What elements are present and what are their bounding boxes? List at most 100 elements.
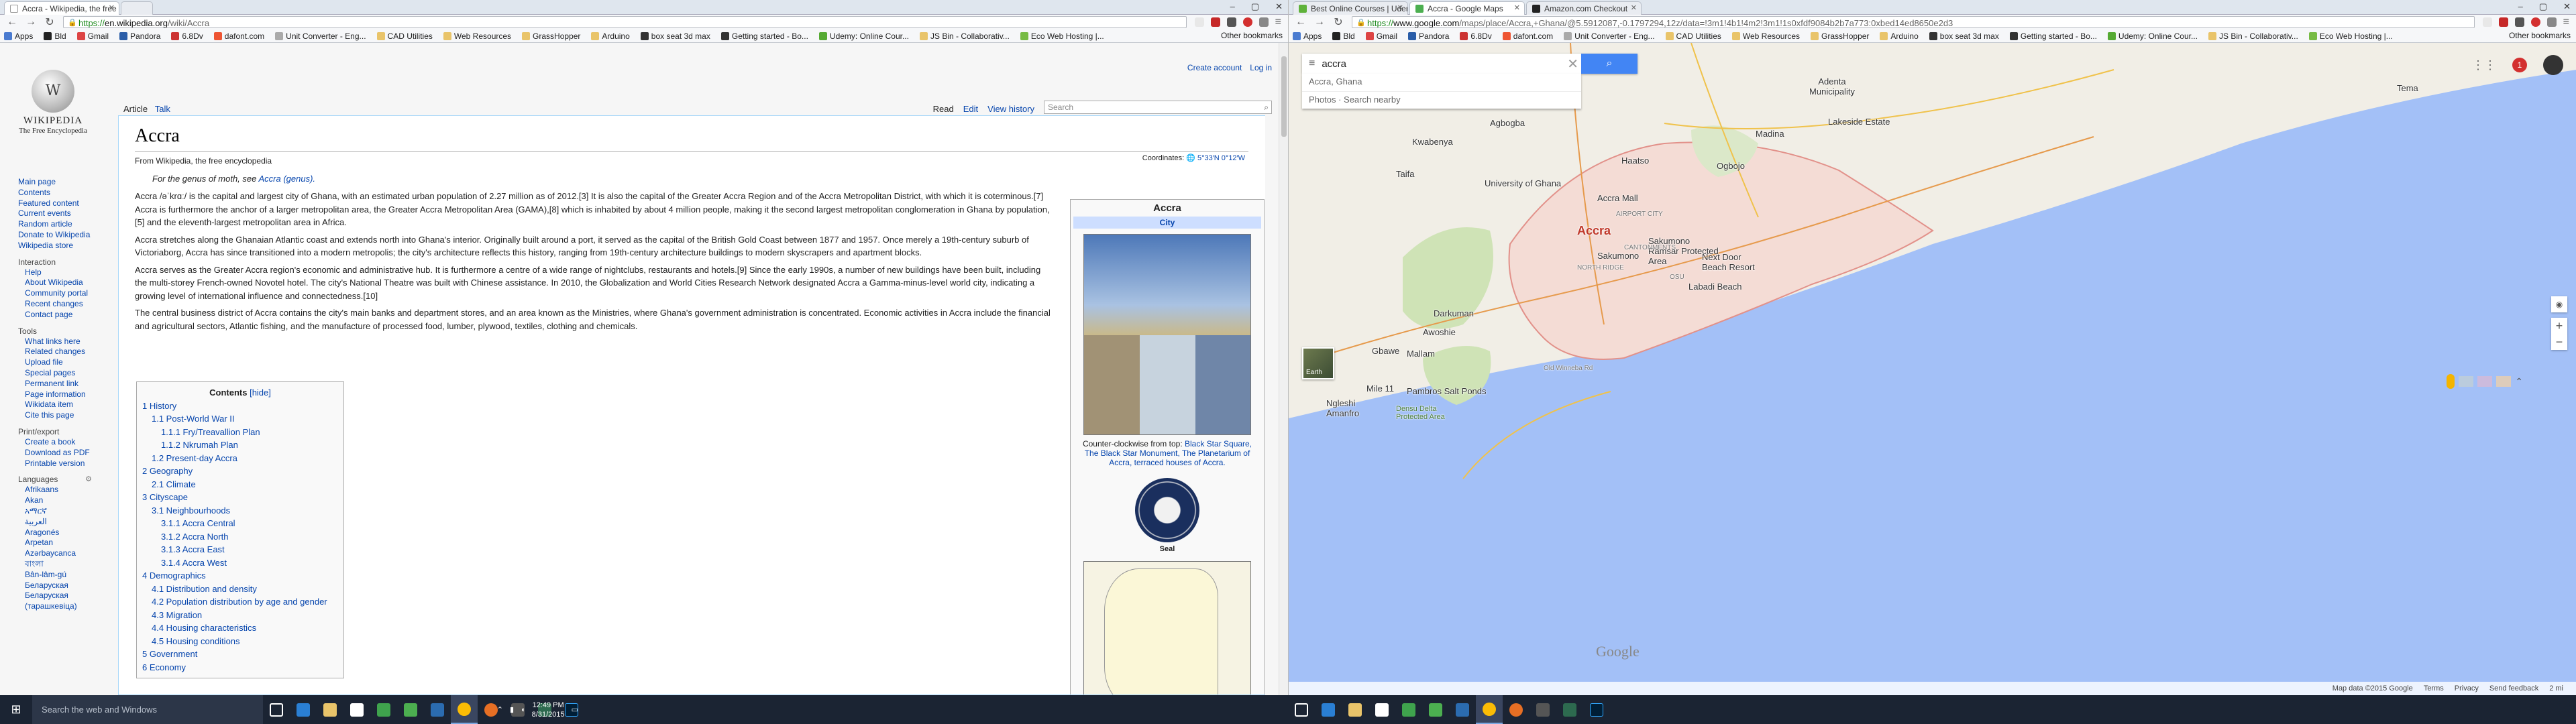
toc-item[interactable]: 1.2 Present-day Accra bbox=[142, 452, 338, 465]
maximize-icon[interactable]: ▢ bbox=[1251, 1, 1259, 12]
extension-icon[interactable] bbox=[1226, 17, 1236, 27]
language-link[interactable]: العربية bbox=[18, 517, 119, 528]
bookmark-item[interactable]: box seat 3d max bbox=[640, 32, 710, 41]
bookmark-item[interactable]: dafont.com bbox=[213, 32, 264, 41]
map-label[interactable]: OSU bbox=[1670, 274, 1684, 281]
bookmark-item[interactable]: Pandora bbox=[1408, 32, 1449, 41]
clock[interactable]: 12:49 PM 8/31/2015 bbox=[532, 701, 565, 719]
bookmark-item[interactable]: Gmail bbox=[76, 32, 109, 41]
map-label[interactable]: Next Door Beach Resort bbox=[1702, 252, 1762, 272]
other-bookmarks[interactable]: Other bookmarks bbox=[2506, 31, 2571, 40]
firefox-icon[interactable] bbox=[1503, 695, 1529, 724]
menu-icon[interactable]: ≡ bbox=[2563, 16, 2569, 28]
toc-item[interactable]: 2.1 Climate bbox=[142, 478, 338, 491]
maps-search-input[interactable]: accra bbox=[1322, 58, 1346, 70]
sidebar-link[interactable]: Wikipedia store bbox=[18, 241, 119, 251]
language-link[interactable]: Беларуская bbox=[18, 581, 119, 591]
map-label[interactable]: Accra bbox=[1577, 224, 1611, 238]
my-location-icon[interactable]: ◉ bbox=[2551, 296, 2567, 312]
pegman-icon[interactable] bbox=[2447, 374, 2455, 389]
back-icon[interactable]: ← bbox=[7, 16, 17, 28]
star-icon[interactable] bbox=[2482, 17, 2492, 27]
bookmark-item[interactable]: Bld bbox=[44, 32, 66, 41]
toc-item[interactable]: 3.1.1 Accra Central bbox=[142, 517, 338, 530]
task-view-icon[interactable] bbox=[1288, 695, 1315, 724]
language-link[interactable]: Azərbaycanca bbox=[18, 548, 119, 559]
infobox-type[interactable]: City bbox=[1073, 217, 1261, 229]
reload-icon[interactable]: ↻ bbox=[44, 15, 55, 29]
map-label[interactable]: CANTONMENTS bbox=[1624, 244, 1676, 251]
bookmark-item[interactable]: Getting started - Bo... bbox=[720, 32, 808, 41]
address-bar[interactable]: 🔒 https://en.wikipedia.org/wiki/Accra bbox=[63, 16, 1187, 28]
expand-icon[interactable]: ⌃ bbox=[2515, 376, 2523, 387]
scrollbar-thumb[interactable] bbox=[1281, 56, 1287, 137]
imagery-thumb[interactable] bbox=[2459, 376, 2474, 387]
edge-icon[interactable] bbox=[290, 695, 317, 724]
menu-icon[interactable]: ≡ bbox=[1309, 58, 1315, 70]
map-canvas[interactable]: Accra Tema Adenta Municipality Madina La… bbox=[1289, 43, 2576, 695]
sidebar-link[interactable]: Upload file bbox=[18, 357, 119, 368]
scrollbar[interactable] bbox=[1279, 43, 1288, 695]
extension-icon[interactable] bbox=[2546, 17, 2557, 27]
map-label[interactable]: AIRPORT CITY bbox=[1616, 210, 1663, 218]
sidebar-link[interactable]: Page information bbox=[18, 389, 119, 400]
sidebar-link[interactable]: About Wikipedia bbox=[18, 278, 119, 288]
sidebar-link[interactable]: Related changes bbox=[18, 347, 119, 357]
toc-item[interactable]: 3.1.2 Accra North bbox=[142, 530, 338, 544]
map-label[interactable]: Old Winneba Rd bbox=[1544, 365, 1593, 372]
suggestion-item[interactable]: Accra, Ghana bbox=[1302, 74, 1581, 91]
bookmark-item[interactable]: 6.8Dv bbox=[171, 32, 203, 41]
map-label[interactable]: Mallam bbox=[1407, 349, 1435, 359]
map-label[interactable]: Pambros Salt Ponds bbox=[1407, 386, 1487, 396]
star-icon[interactable] bbox=[1194, 17, 1204, 27]
map-label[interactable]: Lakeside Estate bbox=[1828, 117, 1890, 127]
privacy-link[interactable]: Privacy bbox=[2455, 684, 2479, 692]
map-label[interactable]: Darkuman bbox=[1434, 308, 1474, 318]
tab-google-maps[interactable]: Accra - Google Maps ✕ bbox=[1409, 1, 1525, 15]
extension-icon[interactable] bbox=[2514, 17, 2524, 27]
toc-item[interactable]: 1 History bbox=[142, 400, 338, 413]
language-link[interactable]: Aragonés bbox=[18, 528, 119, 538]
reload-icon[interactable]: ↻ bbox=[1333, 15, 1344, 29]
map-label[interactable]: Adenta Municipality bbox=[1799, 76, 1866, 97]
bookmark-item[interactable]: Eco Web Hosting |... bbox=[2308, 32, 2393, 41]
chrome-icon[interactable] bbox=[1476, 695, 1503, 724]
tab-view-history[interactable]: View history bbox=[987, 104, 1034, 114]
app-icon[interactable] bbox=[1422, 695, 1449, 724]
toc-item[interactable]: 3.1.3 Accra East bbox=[142, 543, 338, 556]
language-link[interactable]: Bân-lâm-gú bbox=[18, 570, 119, 581]
map-label[interactable]: Accra Mall bbox=[1597, 193, 1638, 203]
tray-chevron-icon[interactable]: ⌃ bbox=[497, 705, 503, 714]
city-seal-image[interactable] bbox=[1135, 478, 1199, 542]
bookmark-item[interactable]: dafont.com bbox=[1502, 32, 1553, 41]
wiki-search-input[interactable]: Search ⌕ bbox=[1044, 101, 1272, 114]
close-icon[interactable]: ✕ bbox=[1275, 1, 1283, 12]
tab-amazon[interactable]: Amazon.com Checkout ✕ bbox=[1526, 1, 1642, 15]
sidebar-link[interactable]: Printable version bbox=[18, 459, 119, 469]
coordinates[interactable]: Coordinates: 🌐 5°33′N 0°12′W bbox=[1142, 154, 1245, 162]
photoshop-icon[interactable] bbox=[1583, 695, 1610, 724]
bookmark-item[interactable]: Apps bbox=[1293, 32, 1322, 41]
toc-item[interactable]: 1.1.2 Nkrumah Plan bbox=[142, 438, 338, 452]
extension-icon[interactable] bbox=[1258, 17, 1269, 27]
suggestion-item[interactable]: Photos · Search nearby bbox=[1302, 91, 1581, 109]
zoom-in-button[interactable]: + bbox=[2551, 318, 2567, 334]
sidebar-link[interactable]: Contents bbox=[18, 188, 119, 198]
sidebar-link[interactable]: Contact page bbox=[18, 310, 119, 320]
sidebar-link[interactable]: Download as PDF bbox=[18, 448, 119, 459]
map-label[interactable]: Ngleshi Amanfro bbox=[1326, 398, 1373, 418]
bookmark-item[interactable]: 6.8Dv bbox=[1460, 32, 1492, 41]
search-icon[interactable]: ⌕ bbox=[1264, 103, 1269, 113]
file-explorer-icon[interactable] bbox=[317, 695, 343, 724]
bookmark-item[interactable]: Getting started - Bo... bbox=[2009, 32, 2097, 41]
tab-udemy[interactable]: Best Online Courses | Udem ✕ bbox=[1293, 1, 1408, 15]
bookmark-item[interactable]: Pandora bbox=[119, 32, 160, 41]
tab-article[interactable]: Article bbox=[123, 104, 148, 114]
bookmark-item[interactable]: Web Resources bbox=[443, 32, 511, 41]
toc-item[interactable]: 1.1 Post-World War II bbox=[142, 412, 338, 426]
sidebar-link[interactable]: Create a book bbox=[18, 437, 119, 448]
toc-item[interactable]: 5 Government bbox=[142, 648, 338, 661]
store-icon[interactable] bbox=[1368, 695, 1395, 724]
toc-hide-link[interactable]: [hide] bbox=[250, 387, 271, 398]
bookmark-item[interactable]: Arduino bbox=[1880, 32, 1919, 41]
